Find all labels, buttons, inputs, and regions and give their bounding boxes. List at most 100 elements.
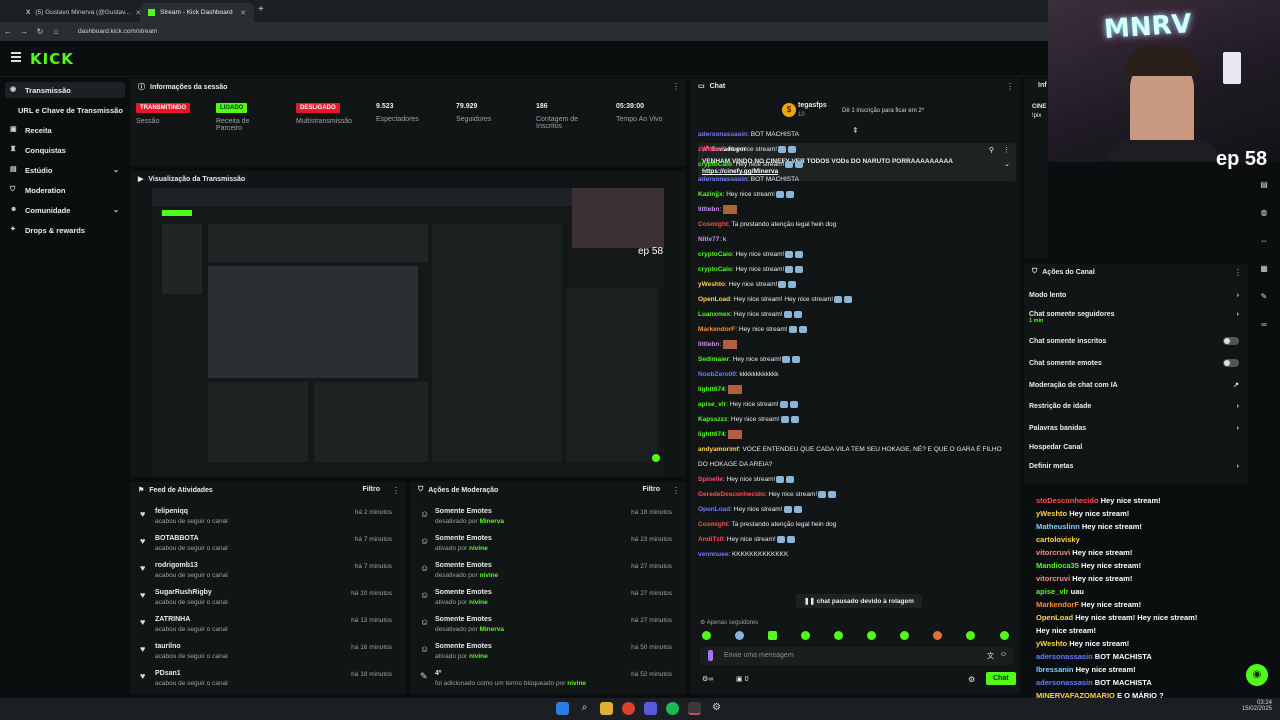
close-icon[interactable]: ✕	[240, 9, 246, 17]
chat-username[interactable]: zWitherz	[698, 146, 725, 153]
browser-tab-kick[interactable]: Stream - Kick Dashboard ✕	[140, 3, 254, 22]
moderator-name[interactable]: nivine	[469, 599, 488, 606]
file-explorer-icon[interactable]	[600, 702, 613, 715]
more-icon[interactable]: ⋮	[1234, 268, 1242, 277]
chat-username[interactable]: AndiTz0	[698, 536, 723, 543]
chat-username[interactable]: OpenLoad	[698, 506, 730, 513]
gear-icon[interactable]: ⚙	[968, 675, 975, 684]
chat-username[interactable]: littlebn	[698, 341, 719, 348]
moderator-name[interactable]: nivine	[469, 545, 488, 552]
translate-icon[interactable]: 文	[987, 651, 994, 661]
chat-fab-button[interactable]: ◉	[1246, 664, 1268, 686]
chat-username[interactable]: cryptoCaio	[698, 251, 732, 258]
moderator-name[interactable]: nivine	[567, 680, 586, 687]
chat-input[interactable]: Envie uma mensagem 文 ☺	[700, 647, 1014, 665]
sidebar-item-comunidade[interactable]: ☻ Comunidade ⌄	[5, 202, 125, 218]
chat-username[interactable]: Nitiv77	[698, 236, 719, 243]
more-icon[interactable]: ⋮	[1006, 82, 1014, 91]
chat-username[interactable]: MarkendorF	[698, 326, 735, 333]
spotify-icon[interactable]	[666, 702, 679, 715]
chat-username[interactable]: cryptoCaio	[698, 266, 732, 273]
chat-username[interactable]: cryptoCaio	[698, 161, 732, 168]
emote-button[interactable]	[1000, 631, 1009, 640]
new-tab-button[interactable]: +	[258, 4, 264, 15]
follower-name[interactable]: felipeniqq	[155, 508, 188, 515]
action-banned-words[interactable]: Palavras banidas ›	[1029, 425, 1239, 432]
search-icon[interactable]: ⌕	[578, 702, 591, 715]
chat-username[interactable]: apise_vlr	[698, 401, 726, 408]
sidebar-item-receita[interactable]: ▣ Receita	[5, 122, 125, 138]
follower-name[interactable]: taurilno	[155, 643, 181, 650]
more-icon[interactable]: ⋮	[672, 486, 680, 495]
emote-button[interactable]	[867, 631, 876, 640]
chat-username[interactable]: lightt674	[698, 386, 725, 393]
follower-name[interactable]: ZATRINHA	[155, 616, 190, 623]
menu-icon[interactable]	[11, 52, 21, 64]
comment-icon[interactable]: ◍	[1258, 208, 1270, 220]
link-icon[interactable]: ∞	[1258, 320, 1270, 332]
url-field[interactable]: dashboard.kick.com/stream	[78, 28, 157, 35]
emote-button[interactable]	[735, 631, 744, 640]
send-chat-button[interactable]: Chat	[986, 672, 1016, 685]
moderator-name[interactable]: Minerva	[479, 626, 504, 633]
chat-username[interactable]: adersonassasin	[698, 176, 747, 183]
toggle-switch[interactable]	[1223, 337, 1239, 345]
sidebar-item-transmissao[interactable]: ◉ Transmissão	[5, 82, 125, 98]
layout-icon[interactable]: ▦	[1258, 264, 1270, 276]
note-icon[interactable]: ▤	[1258, 180, 1270, 192]
action-followers-only[interactable]: Chat somente seguidores 1 min ›	[1029, 311, 1239, 324]
chat-username[interactable]: Spinelle	[698, 476, 723, 483]
chat-username[interactable]: NoobZero00	[698, 371, 736, 378]
reload-icon[interactable]: ↻	[32, 27, 48, 36]
emote-button[interactable]	[834, 631, 843, 640]
emote-button[interactable]	[801, 631, 810, 640]
emote-button[interactable]	[966, 631, 975, 640]
sidebar-item-estudio[interactable]: ▤ Estúdio ⌄	[5, 162, 125, 178]
chat-username[interactable]: yWeshto	[698, 281, 725, 288]
sidebar-item-moderation[interactable]: ⛉ Moderation	[5, 182, 125, 198]
chat-username[interactable]: Cosmight	[698, 521, 728, 528]
follower-name[interactable]: SugarRushRigby	[155, 589, 212, 596]
chat-username[interactable]: GeredeDesconhecido	[698, 491, 765, 498]
chat-username[interactable]: Kazinjjx	[698, 191, 723, 198]
emote-button[interactable]	[702, 631, 711, 640]
action-host-channel[interactable]: Hospedar Canal	[1029, 444, 1239, 451]
browser-tab-x[interactable]: X (5) Gustavo Minerva (@Gustav... ✕	[18, 3, 140, 22]
home-icon[interactable]: ⌂	[48, 27, 64, 36]
discord-icon[interactable]	[644, 702, 657, 715]
back-icon[interactable]: ←	[0, 27, 16, 36]
tools-icon[interactable]: ✎	[1258, 292, 1270, 304]
emoji-icon[interactable]: ☺	[1000, 651, 1007, 658]
sidebar-item-conquistas[interactable]: ♜ Conquistas	[5, 142, 125, 158]
emote-button[interactable]	[900, 631, 909, 640]
action-ai-moderation[interactable]: Moderação de chat com IA ↗	[1029, 381, 1239, 390]
sidebar-item-drops[interactable]: ✦ Drops & rewards	[5, 222, 125, 238]
settings-gear-icon[interactable]: ⚙	[710, 702, 723, 715]
chat-username[interactable]: Cosmight	[698, 221, 728, 228]
pinned-link[interactable]: https://cinefy.gg/Minerva	[702, 168, 778, 175]
action-emotes-only[interactable]: Chat somente emotes	[1029, 359, 1239, 367]
follower-name[interactable]: rodrigomb13	[155, 562, 198, 569]
moderator-name[interactable]: Minerva	[479, 518, 504, 525]
moderator-name[interactable]: nivine	[479, 572, 498, 579]
sidebar-item-url-chave[interactable]: URL e Chave de Transmissão	[5, 102, 125, 118]
emote-button[interactable]	[933, 631, 942, 640]
chat-username[interactable]: vennnuee	[698, 551, 728, 558]
kick-logo[interactable]: KICK	[30, 50, 74, 68]
chat-username[interactable]: OpenLoad	[698, 296, 730, 303]
chat-username[interactable]: Luanxmex	[698, 311, 730, 318]
emote-button[interactable]	[768, 631, 777, 640]
chat-username[interactable]: andyamorimf	[698, 446, 739, 453]
stream-preview-video[interactable]: ep 58	[152, 188, 664, 476]
chat-username[interactable]: lightt674	[698, 431, 725, 438]
top-gifter-name[interactable]: tegasfps	[798, 102, 827, 109]
action-age-restriction[interactable]: Restrição de idade ›	[1029, 403, 1239, 410]
filter-button[interactable]: Filtro	[643, 486, 661, 493]
action-subscribers-only[interactable]: Chat somente inscritos	[1029, 337, 1239, 345]
action-slow-mode[interactable]: Modo lento ›	[1029, 292, 1239, 299]
chrome-icon[interactable]	[622, 702, 635, 715]
action-set-goals[interactable]: Definir metas ›	[1029, 463, 1239, 470]
follower-name[interactable]: PDsan1	[155, 670, 181, 677]
filter-button[interactable]: Filtro	[363, 486, 381, 493]
chat-username[interactable]: adersonassasin	[698, 131, 747, 138]
